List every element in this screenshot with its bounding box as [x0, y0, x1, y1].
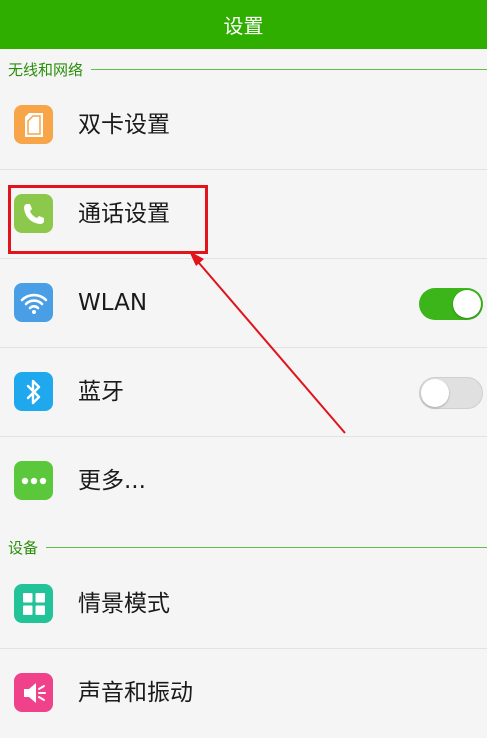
- annotation-arrow: [189, 251, 346, 434]
